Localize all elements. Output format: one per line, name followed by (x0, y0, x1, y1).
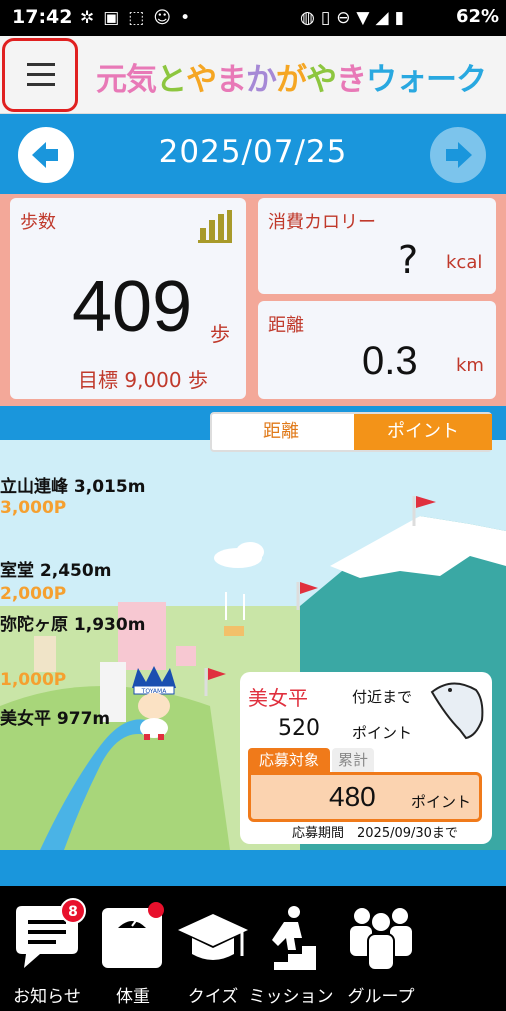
stats-panel: 歩数 409 歩 目標 9,000 歩 消費カロリー ? kcal 距離 0.3… (0, 194, 506, 406)
app-header: 元気とやまかがやきウォーク (0, 36, 506, 114)
bar-chart-icon[interactable] (196, 208, 234, 244)
news-badge: 8 (60, 898, 86, 924)
nav-mission[interactable]: ミッション (248, 894, 334, 1010)
toggle-distance[interactable]: 距離 (212, 414, 350, 450)
next-day-button[interactable] (430, 127, 486, 183)
calories-label: 消費カロリー (268, 212, 376, 233)
spot-murodo-points: 2,000P (0, 584, 67, 604)
nav-group[interactable]: グループ (338, 894, 424, 1010)
nav-news[interactable]: 8 お知らせ (4, 894, 90, 1010)
points-to-next: 520 (278, 716, 320, 741)
steps-value: 409 (72, 267, 193, 347)
near-label: 付近まで (352, 688, 413, 706)
distance-value: 0.3 (362, 339, 418, 383)
spot-tateyama-points: 3,000P (0, 498, 67, 518)
system-icons: ◍▯⊖▼◢▮ (300, 8, 410, 28)
climbing-stairs-icon (272, 906, 316, 970)
mascot-icon: TOYAMA (132, 666, 176, 740)
status-bar: 17:42 ✲▣⬚☺• ◍▯⊖▼◢▮ 62% (0, 0, 506, 36)
current-location: 美女平 (248, 686, 308, 710)
group-icon (350, 908, 412, 971)
arrow-right-icon (446, 142, 472, 168)
calories-unit: kcal (446, 252, 483, 273)
apply-points-box: 480 ポイント (248, 772, 482, 822)
date-bar: 2025/07/25 (0, 114, 506, 194)
distance-card: 距離 0.3 km (258, 301, 496, 399)
steps-label: 歩数 (20, 212, 56, 233)
steps-card[interactable]: 歩数 409 歩 目標 9,000 歩 (10, 198, 246, 399)
toggle-points[interactable]: ポイント (354, 414, 492, 450)
weight-dot (148, 902, 164, 918)
apply-period: 応募期間 2025/09/30まで (292, 826, 458, 841)
notification-icons: ✲▣⬚☺• (80, 8, 200, 28)
calories-value: ? (398, 238, 419, 282)
nav-news-label: お知らせ (13, 987, 81, 1007)
graduation-cap-icon (178, 914, 248, 960)
apply-points-unit: ポイント (411, 793, 472, 811)
tab-apply-target[interactable]: 応募対象 (248, 748, 330, 772)
nav-group-label: グループ (347, 987, 415, 1007)
progress-info-card: 美女平 付近まで 520 ポイント 応募対象 累計 480 ポイント 応募期間 … (240, 672, 492, 844)
spot-tateyama: 立山連峰 3,015m (0, 477, 146, 497)
map-mode-toggle: 距離 ポイント (210, 412, 492, 452)
spot-murodo: 室堂 2,450m (0, 561, 112, 581)
app-title: 元気とやまかがやきウォーク (96, 62, 487, 98)
steps-goal: 目標 9,000 歩 (78, 368, 208, 392)
fish-mascot-icon (430, 682, 484, 740)
spot-bijodaira: 美女平 977m (0, 709, 111, 729)
distance-label: 距離 (268, 315, 304, 336)
status-time: 17:42 (12, 6, 73, 28)
steps-unit: 歩 (210, 322, 230, 346)
points-to-next-unit: ポイント (352, 724, 413, 742)
bottom-navigation: 8 お知らせ 体重 クイズ ミッション グループ (0, 886, 506, 1011)
battery-percent: 62% (456, 6, 500, 27)
tab-cumulative[interactable]: 累計 (332, 748, 374, 772)
course-map: 距離 ポイント 立山連峰 3,015m 3,000P 室堂 2,450m 2,0… (0, 406, 506, 886)
spot-midagahara: 弥陀ヶ原 1,930m (0, 615, 146, 635)
nav-mission-label: ミッション (248, 987, 334, 1007)
spot-bijodaira-points: 1,000P (0, 670, 67, 690)
calories-card: 消費カロリー ? kcal (258, 198, 496, 294)
apply-points-value: 480 (329, 781, 376, 812)
menu-button[interactable] (2, 38, 78, 112)
distance-unit: km (456, 355, 484, 376)
